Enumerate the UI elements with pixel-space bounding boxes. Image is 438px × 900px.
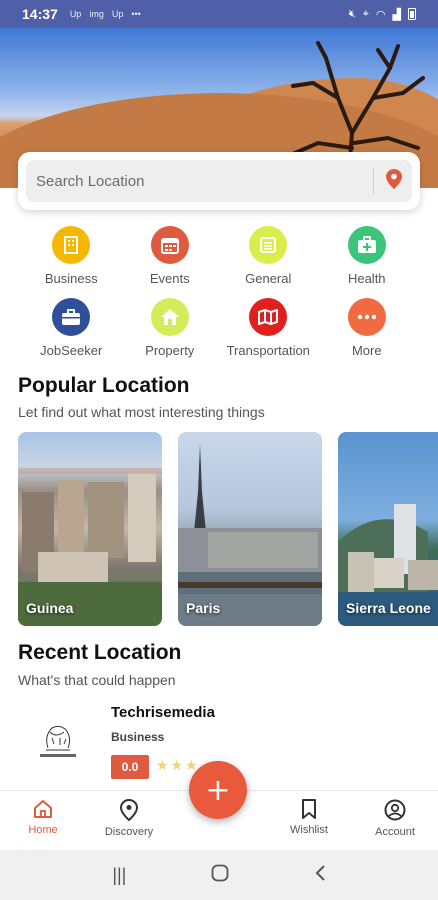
medkit-icon — [347, 226, 386, 264]
nav-label: Home — [28, 824, 58, 836]
category-health[interactable]: Health — [318, 226, 417, 286]
nav-label: Discovery — [104, 826, 154, 838]
status-indicator: img — [89, 9, 104, 19]
location-card-sierra-leone[interactable]: Sierra Leone — [338, 432, 438, 626]
list-icon — [249, 226, 288, 264]
recent-apps-icon[interactable]: ||| — [112, 865, 126, 886]
nav-home[interactable]: Home — [3, 799, 83, 836]
recent-title: Recent Location — [18, 641, 182, 664]
location-pin-icon[interactable] — [386, 168, 402, 194]
map-icon — [249, 298, 288, 336]
category-events[interactable]: Events — [121, 226, 220, 286]
category-jobseeker[interactable]: JobSeeker — [22, 298, 121, 358]
system-nav-bar: ||| — [0, 850, 438, 900]
popular-subtitle: Let find out what most interesting thing… — [18, 404, 265, 420]
status-indicator: Up — [111, 9, 124, 19]
status-time: 14:37 — [22, 6, 58, 22]
bookmark-icon — [302, 799, 316, 819]
nav-label: Account — [375, 826, 415, 838]
add-button[interactable]: + — [189, 761, 247, 819]
battery-icon — [408, 8, 416, 20]
location-card-paris[interactable]: Paris — [178, 432, 322, 626]
nav-wishlist[interactable]: Wishlist — [269, 799, 349, 836]
category-label: More — [351, 343, 382, 358]
category-label: Events — [149, 271, 190, 286]
home-icon — [34, 800, 52, 818]
nav-label: Wishlist — [290, 824, 328, 836]
star-rating: ★★★ — [156, 757, 200, 773]
category-label: Health — [347, 271, 386, 286]
location-icon: ⌖ — [362, 7, 369, 20]
more-icon — [347, 298, 386, 336]
category-transportation[interactable]: Transportation — [219, 298, 318, 358]
recent-item-category: Business — [111, 730, 165, 744]
home-icon — [150, 298, 189, 336]
status-icons: 🔇︎ ⌖ ◠ ▟ — [349, 8, 416, 21]
business-logo — [26, 714, 90, 770]
location-name: Paris — [186, 600, 221, 616]
category-general[interactable]: General — [219, 226, 318, 286]
building-icon — [52, 226, 91, 264]
signal-icon: ▟ — [392, 8, 401, 21]
category-grid: Business Events General Health JobSeeker… — [22, 226, 416, 358]
city-photo — [338, 504, 438, 626]
category-more[interactable]: More — [318, 298, 417, 358]
search-divider — [373, 168, 374, 194]
recent-subtitle: What's that could happen — [18, 672, 176, 688]
account-icon — [384, 799, 406, 821]
location-name: Sierra Leone — [346, 600, 431, 616]
popular-title: Popular Location — [18, 374, 190, 397]
rating-badge: 0.0 — [111, 755, 149, 779]
city-photo — [178, 444, 322, 626]
briefcase-icon — [52, 298, 91, 336]
location-name: Guinea — [26, 600, 74, 616]
search-box — [26, 160, 412, 202]
status-bar: 14:37 Up img Up ••• 🔇︎ ⌖ ◠ ▟ — [0, 0, 438, 28]
popular-carousel[interactable]: Guinea Paris Sierra Leone — [18, 432, 438, 628]
back-icon[interactable] — [314, 864, 326, 887]
home-circle-icon[interactable] — [211, 864, 229, 887]
location-card-guinea[interactable]: Guinea — [18, 432, 162, 626]
search-input[interactable] — [36, 172, 361, 190]
category-label: JobSeeker — [40, 343, 103, 358]
search-card — [18, 152, 420, 210]
category-business[interactable]: Business — [22, 226, 121, 286]
recent-item-name: Techrisemedia — [111, 704, 215, 721]
category-label: Transportation — [226, 343, 310, 358]
calendar-icon — [150, 226, 189, 264]
category-property[interactable]: Property — [121, 298, 220, 358]
wifi-icon: ◠ — [375, 8, 386, 21]
nav-discovery[interactable]: Discovery — [89, 799, 169, 838]
status-indicator: Up — [69, 9, 82, 19]
nav-account[interactable]: Account — [355, 799, 435, 838]
category-label: General — [245, 271, 292, 286]
city-photo — [18, 468, 162, 626]
category-label: Property — [145, 343, 195, 358]
mute-icon: 🔇︎ — [348, 7, 356, 20]
category-label: Business — [44, 271, 98, 286]
location-pin-icon — [120, 799, 138, 821]
status-indicator: ••• — [131, 9, 141, 19]
